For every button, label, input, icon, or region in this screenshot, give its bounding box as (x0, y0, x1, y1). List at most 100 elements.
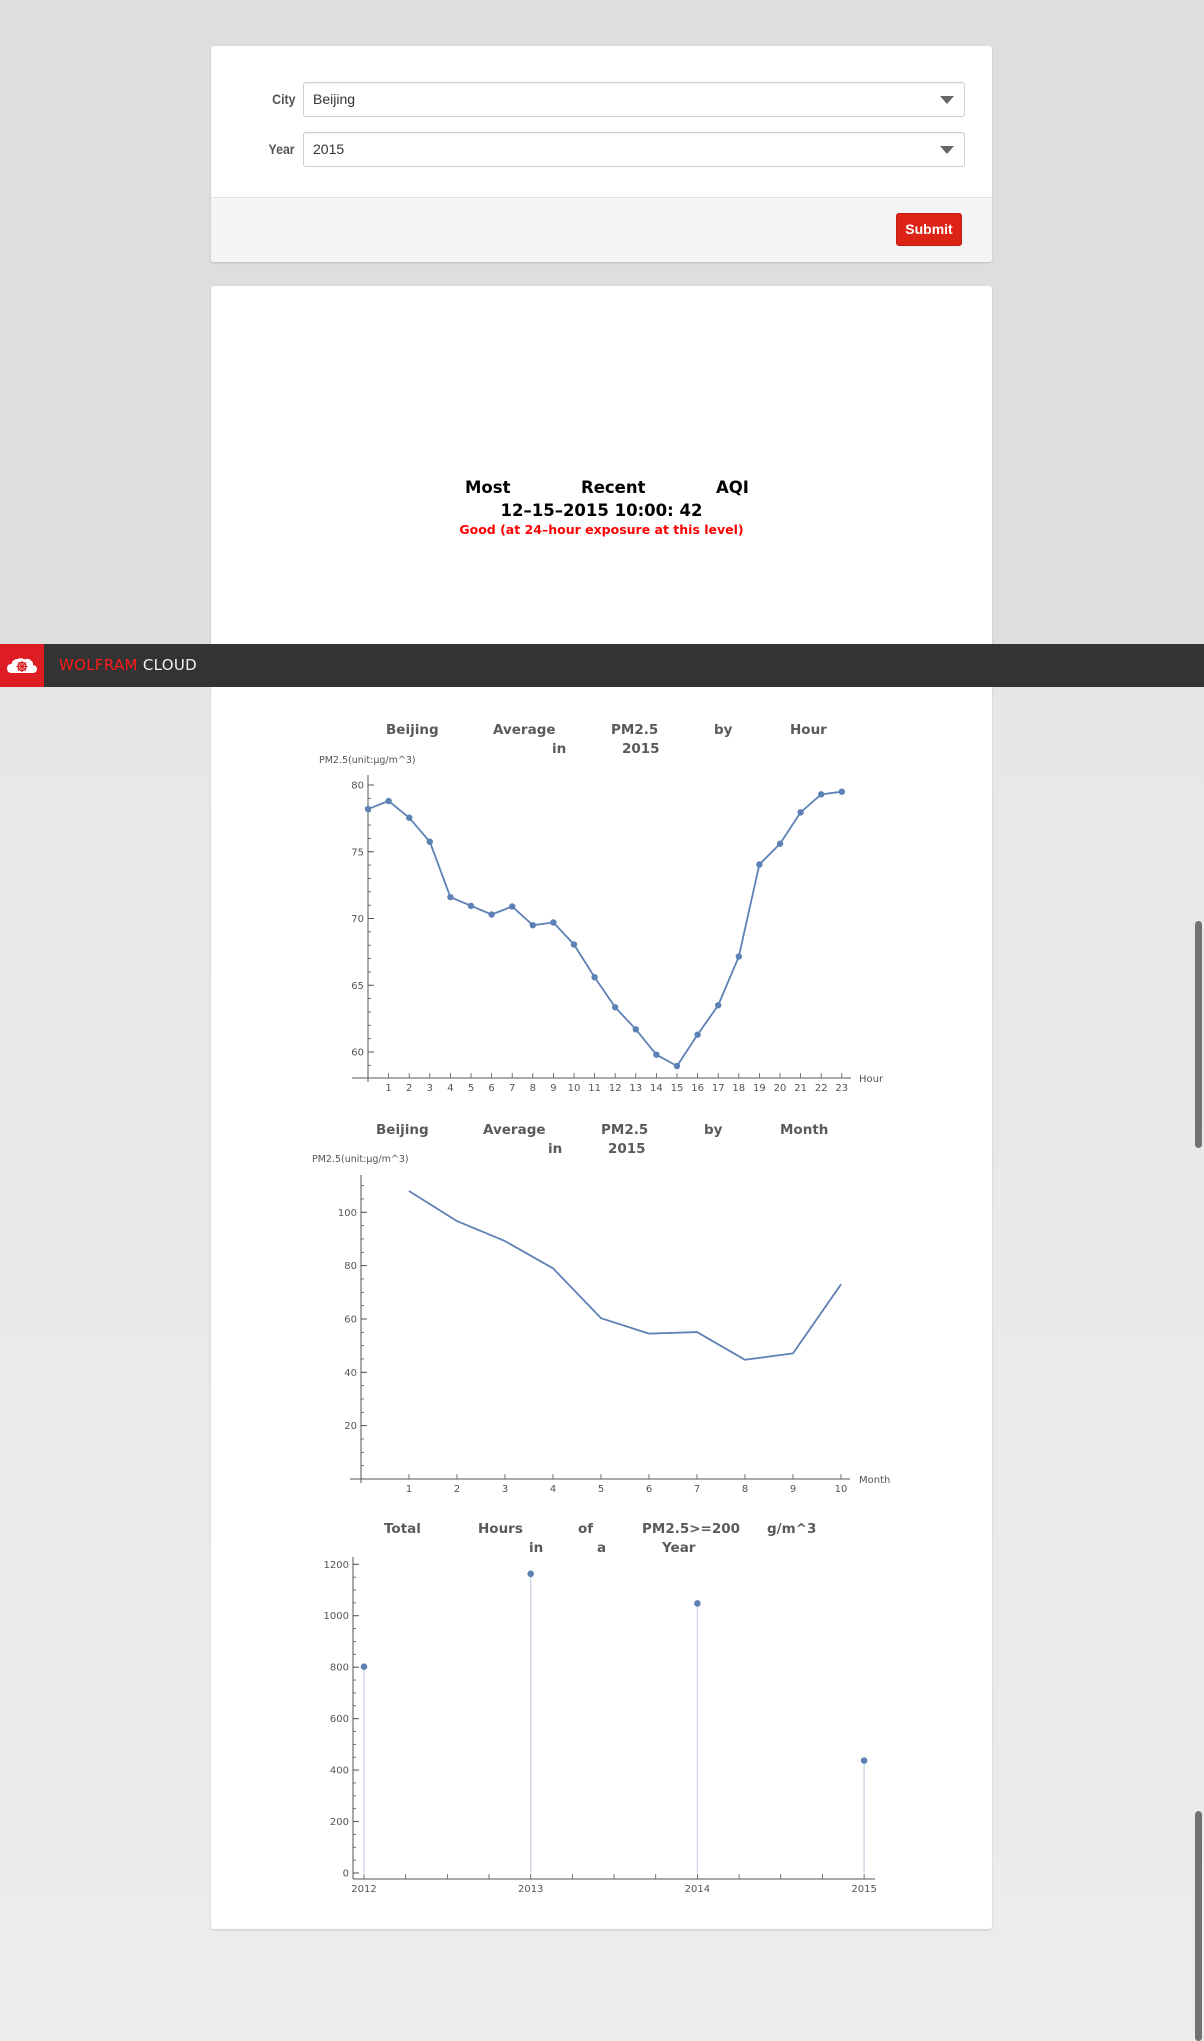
data-point (673, 1062, 681, 1070)
data-point (509, 903, 516, 910)
y-tick-label: 600 (330, 1714, 349, 1725)
x-tick-label: 2 (406, 1083, 412, 1094)
data-point (860, 1757, 868, 1764)
y-tick-label: 60 (351, 1048, 364, 1059)
x-tick-label: 18 (732, 1083, 745, 1094)
data-point (694, 1600, 701, 1607)
scrollbar-thumb[interactable] (1195, 1811, 1202, 2041)
chart-title-word: in (548, 1141, 563, 1157)
y-tick-label: 60 (344, 1314, 357, 1325)
chevron-down-icon (940, 146, 954, 154)
data-point (364, 805, 372, 813)
x-tick-label: 20 (774, 1083, 787, 1094)
data-point (550, 919, 557, 926)
x-tick-label: 10 (835, 1484, 848, 1495)
x-tick-label: 6 (646, 1484, 652, 1495)
x-axis-label: Hour (859, 1074, 884, 1085)
x-tick-label: 8 (530, 1083, 536, 1094)
x-tick-label: 2015 (851, 1884, 876, 1895)
data-point (797, 809, 804, 816)
brand-cloud: CLOUD (137, 656, 197, 674)
data-point (426, 838, 433, 845)
series-line (367, 790, 842, 1067)
x-tick-label: 2012 (351, 1884, 376, 1895)
chart-title-word: Total (384, 1521, 421, 1537)
data-point (694, 1031, 701, 1038)
x-tick-label: 2014 (685, 1884, 710, 1895)
wolfram-cloud-brand[interactable]: WOLFRAM CLOUD (59, 644, 197, 687)
data-point (591, 974, 598, 981)
year-select[interactable]: 2015 (303, 132, 965, 167)
year-select-value: 2015 (313, 141, 345, 157)
x-tick-label: 4 (550, 1484, 556, 1495)
x-tick-label: 12 (609, 1083, 622, 1094)
y-tick-label: 400 (330, 1766, 349, 1777)
x-tick-label: 13 (629, 1083, 642, 1094)
data-point (406, 814, 413, 821)
data-point (612, 1004, 619, 1011)
y-tick-label: 20 (344, 1421, 357, 1432)
chart-title-word: Month (780, 1122, 829, 1138)
data-point (756, 861, 763, 868)
x-tick-label: 9 (790, 1484, 796, 1495)
chart-title-word: PM2.5>=200 (642, 1521, 741, 1537)
y-tick-label: 1000 (324, 1611, 349, 1622)
x-tick-label: 9 (550, 1083, 556, 1094)
data-point (467, 902, 475, 910)
city-select-value: Beijing (313, 91, 356, 107)
chevron-down-icon (940, 96, 954, 104)
x-tick-label: 1 (385, 1083, 391, 1094)
form-footer: Submit (211, 197, 992, 262)
data-point (818, 791, 825, 798)
chart-title-word: in (529, 1540, 544, 1556)
chart-title-word: PM2.5 (601, 1122, 649, 1138)
y-tick-label: 100 (338, 1208, 357, 1219)
hour-chart: 60657075801 2 3 4 5 6 7 8 9 10 11 12 13 14 15 16 17 18 19 2… (324, 775, 890, 1895)
chart-title-word: 2015 (608, 1141, 646, 1157)
x-tick-label: 21 (794, 1083, 807, 1094)
x-tick-label: 15 (671, 1083, 684, 1094)
wolfram-cloud-icon[interactable] (0, 644, 44, 687)
submit-button[interactable]: Submit (896, 213, 962, 246)
x-tick-label: 7 (509, 1083, 515, 1094)
y-tick-label: 80 (344, 1261, 357, 1272)
x-tick-label: 10 (568, 1083, 581, 1094)
data-point (776, 840, 784, 847)
data-point (447, 893, 454, 901)
chart-title-word: by (704, 1122, 723, 1138)
x-tick-label: 7 (694, 1484, 700, 1495)
y-tick-label: 65 (351, 981, 364, 992)
x-tick-label: 5 (468, 1083, 474, 1094)
x-tick-label: 8 (742, 1484, 748, 1495)
data-point (653, 1051, 660, 1058)
x-tick-label: 23 (835, 1083, 848, 1094)
x-tick-label: 6 (488, 1083, 494, 1094)
x-tick-label: 2013 (518, 1884, 543, 1895)
y-tick-label: 1200 (324, 1560, 349, 1571)
data-point (715, 1002, 722, 1009)
x-tick-label: 11 (588, 1083, 601, 1094)
city-label: City (271, 91, 295, 107)
scrollbar-thumb[interactable] (1195, 921, 1202, 1148)
data-point (838, 788, 845, 795)
chart-title-word: g/m^3 (767, 1521, 817, 1537)
y-tick-label: 75 (351, 847, 364, 858)
month-chart-ylabel: PM2.5(unit:μg/m^3) (312, 1154, 409, 1165)
x-tick-label: 3 (502, 1484, 508, 1495)
x-tick-label: 2 (454, 1484, 460, 1495)
x-tick-label: 3 (427, 1083, 433, 1094)
x-tick-label: 22 (815, 1083, 828, 1094)
y-tick-label: 0 (343, 1869, 349, 1880)
city-select[interactable]: Beijing (303, 82, 965, 117)
x-axis-label: Month (859, 1475, 890, 1486)
x-tick-label: 17 (712, 1083, 725, 1094)
x-tick-label: 5 (598, 1484, 604, 1495)
x-tick-label: 16 (691, 1083, 704, 1094)
data-point (529, 921, 536, 929)
data-point (488, 911, 495, 918)
data-point (632, 1026, 639, 1033)
y-tick-label: 40 (344, 1368, 357, 1379)
data-point (527, 1570, 534, 1578)
x-tick-label: 1 (406, 1484, 412, 1495)
x-tick-label: 14 (650, 1083, 663, 1094)
